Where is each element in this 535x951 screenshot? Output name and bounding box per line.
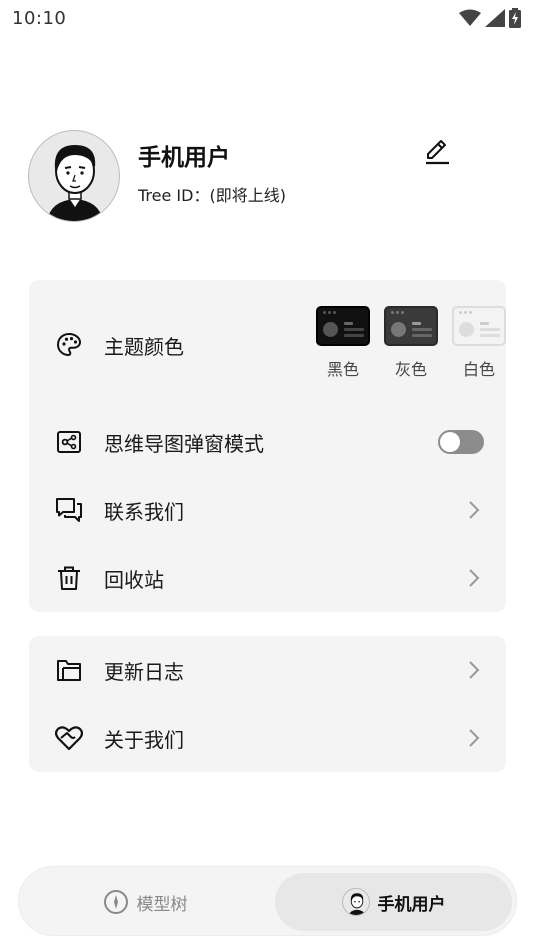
theme-swatch-dark <box>316 306 370 346</box>
about-card: 更新日志 关于我们 <box>29 636 506 772</box>
avatar-icon <box>341 888 370 916</box>
theme-swatch-gray <box>384 306 438 346</box>
edit-profile-button[interactable] <box>422 136 452 166</box>
contact-us-label: 联系我们 <box>104 499 184 524</box>
pencil-icon <box>426 140 449 165</box>
avatar[interactable] <box>28 130 120 222</box>
mindmap-icon <box>55 428 83 456</box>
bottom-tab-bar: 模型树 手机用户 <box>18 866 517 936</box>
theme-option-label: 灰色 <box>394 360 427 379</box>
wifi-icon <box>459 9 481 26</box>
tab-model-tree[interactable]: 模型树 <box>25 873 265 931</box>
battery-charging-icon <box>509 8 521 28</box>
mindmap-popup-row: 思维导图弹窗模式 <box>29 412 506 472</box>
theme-option-white[interactable]: 白色 <box>451 306 507 380</box>
profile-name: 手机用户 <box>138 145 230 171</box>
mindmap-popup-label: 思维导图弹窗模式 <box>104 431 264 456</box>
mindmap-popup-toggle[interactable] <box>438 430 484 454</box>
chat-icon <box>55 496 83 524</box>
tab-label: 手机用户 <box>377 894 446 915</box>
changelog-row[interactable]: 更新日志 <box>29 640 506 700</box>
status-icons <box>459 8 521 28</box>
cartoon-avatar-icon <box>47 145 103 221</box>
settings-card: 主题颜色 黑色 灰色 白色 思维导图弹窗模式 联系我们 回收站 <box>29 280 506 612</box>
recycle-bin-label: 回收站 <box>104 567 164 592</box>
contact-us-row[interactable]: 联系我们 <box>29 480 506 540</box>
theme-option-dark[interactable]: 黑色 <box>315 306 371 380</box>
theme-color-label: 主题颜色 <box>104 334 184 359</box>
chevron-right-icon <box>466 660 482 680</box>
tab-label: 模型树 <box>136 894 188 915</box>
about-us-label: 关于我们 <box>104 727 184 752</box>
status-bar: 10:10 <box>0 0 535 36</box>
theme-option-label: 黑色 <box>326 360 359 379</box>
theme-option-label: 白色 <box>462 360 495 379</box>
chevron-right-icon <box>466 728 482 748</box>
profile-section: 手机用户 Tree ID：(即将上线) <box>28 130 508 224</box>
toggle-knob <box>440 432 460 452</box>
chevron-right-icon <box>466 500 482 520</box>
tab-phone-user[interactable]: 手机用户 <box>275 873 512 931</box>
chevron-right-icon <box>466 568 482 588</box>
theme-swatch-white <box>452 306 506 346</box>
palette-icon <box>55 331 83 359</box>
changelog-label: 更新日志 <box>104 659 184 684</box>
theme-options: 黑色 灰色 白色 <box>313 306 506 386</box>
status-time: 10:10 <box>12 7 67 29</box>
about-us-row[interactable]: 关于我们 <box>29 708 506 768</box>
trash-icon <box>55 564 83 592</box>
theme-option-gray[interactable]: 灰色 <box>383 306 439 380</box>
tree-id: Tree ID：(即将上线) <box>138 186 286 205</box>
folder-icon <box>55 656 83 684</box>
signal-icon <box>485 9 505 27</box>
compass-icon <box>103 890 128 914</box>
heart-handshake-icon <box>55 724 83 752</box>
recycle-bin-row[interactable]: 回收站 <box>29 548 506 608</box>
